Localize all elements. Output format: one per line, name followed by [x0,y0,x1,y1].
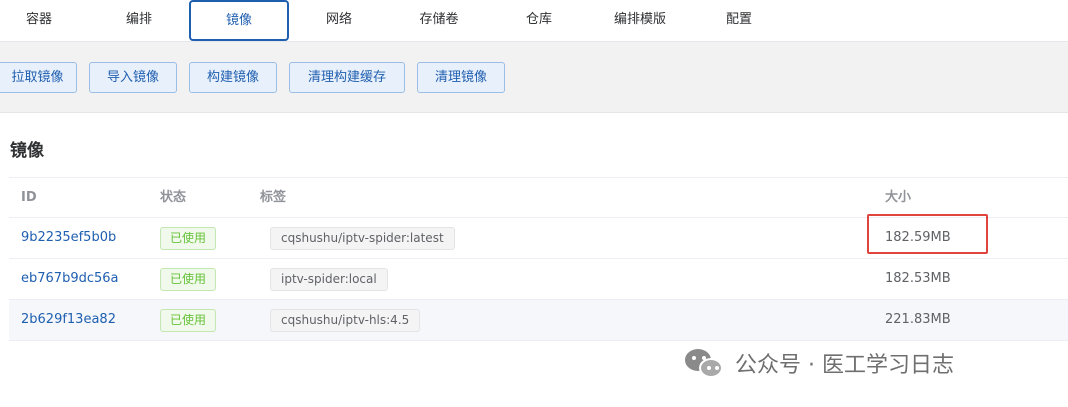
build-image-button[interactable]: 构建镜像 [189,62,277,93]
pull-image-button[interactable]: 拉取镜像 [0,62,77,93]
status-badge: 已使用 [160,309,217,332]
column-header-tag: 标签 [260,190,287,205]
image-toolbar: 拉取镜像 导入镜像 构建镜像 清理构建缓存 清理镜像 [0,42,1068,113]
tab-settings[interactable]: 配置 [700,0,778,41]
top-tab-bar: 容器 编排 镜像 网络 存储卷 仓库 编排模版 配置 [0,0,1068,42]
watermark-text: 公众号 · 医工学习日志 [735,353,954,378]
tab-compose[interactable]: 编排 [100,0,178,41]
watermark: 公众号 · 医工学习日志 [683,343,954,383]
tab-images[interactable]: 镜像 [189,0,289,41]
tab-networks[interactable]: 网络 [300,0,378,41]
tab-containers[interactable]: 容器 [0,0,78,41]
image-id-link[interactable]: 9b2235ef5b0b [21,218,116,258]
image-tag: iptv-spider:local [270,268,388,291]
image-tag: cqshushu/iptv-spider:latest [270,227,455,250]
tab-compose-templates[interactable]: 编排模版 [600,0,680,41]
section-title: 镜像 [10,141,44,161]
table-row: 9b2235ef5b0b 已使用 cqshushu/iptv-spider:la… [9,218,1068,259]
prune-images-button[interactable]: 清理镜像 [417,62,505,93]
status-badge: 已使用 [160,227,217,250]
image-size: 221.83MB [885,312,951,327]
table-row: eb767b9dc56a 已使用 iptv-spider:local 182.5… [9,259,1068,300]
tab-registry[interactable]: 仓库 [500,0,578,41]
column-header-size: 大小 [885,190,912,205]
image-tag: cqshushu/iptv-hls:4.5 [270,309,421,332]
status-badge: 已使用 [160,268,217,291]
table-header: ID 状态 标签 大小 [9,177,1068,218]
image-id-link[interactable]: 2b629f13ea82 [21,300,116,340]
column-header-id: ID [21,190,37,205]
images-table: ID 状态 标签 大小 9b2235ef5b0b 已使用 cqshushu/ip… [9,177,1068,341]
clear-build-cache-button[interactable]: 清理构建缓存 [289,62,405,93]
image-size: 182.59MB [885,230,951,245]
table-row: 2b629f13ea82 已使用 cqshushu/iptv-hls:4.5 2… [9,300,1068,341]
import-image-button[interactable]: 导入镜像 [89,62,177,93]
image-size: 182.53MB [885,271,951,286]
column-header-status: 状态 [160,190,187,205]
image-id-link[interactable]: eb767b9dc56a [21,259,119,299]
tab-volumes[interactable]: 存储卷 [400,0,478,41]
wechat-icon [683,345,727,381]
